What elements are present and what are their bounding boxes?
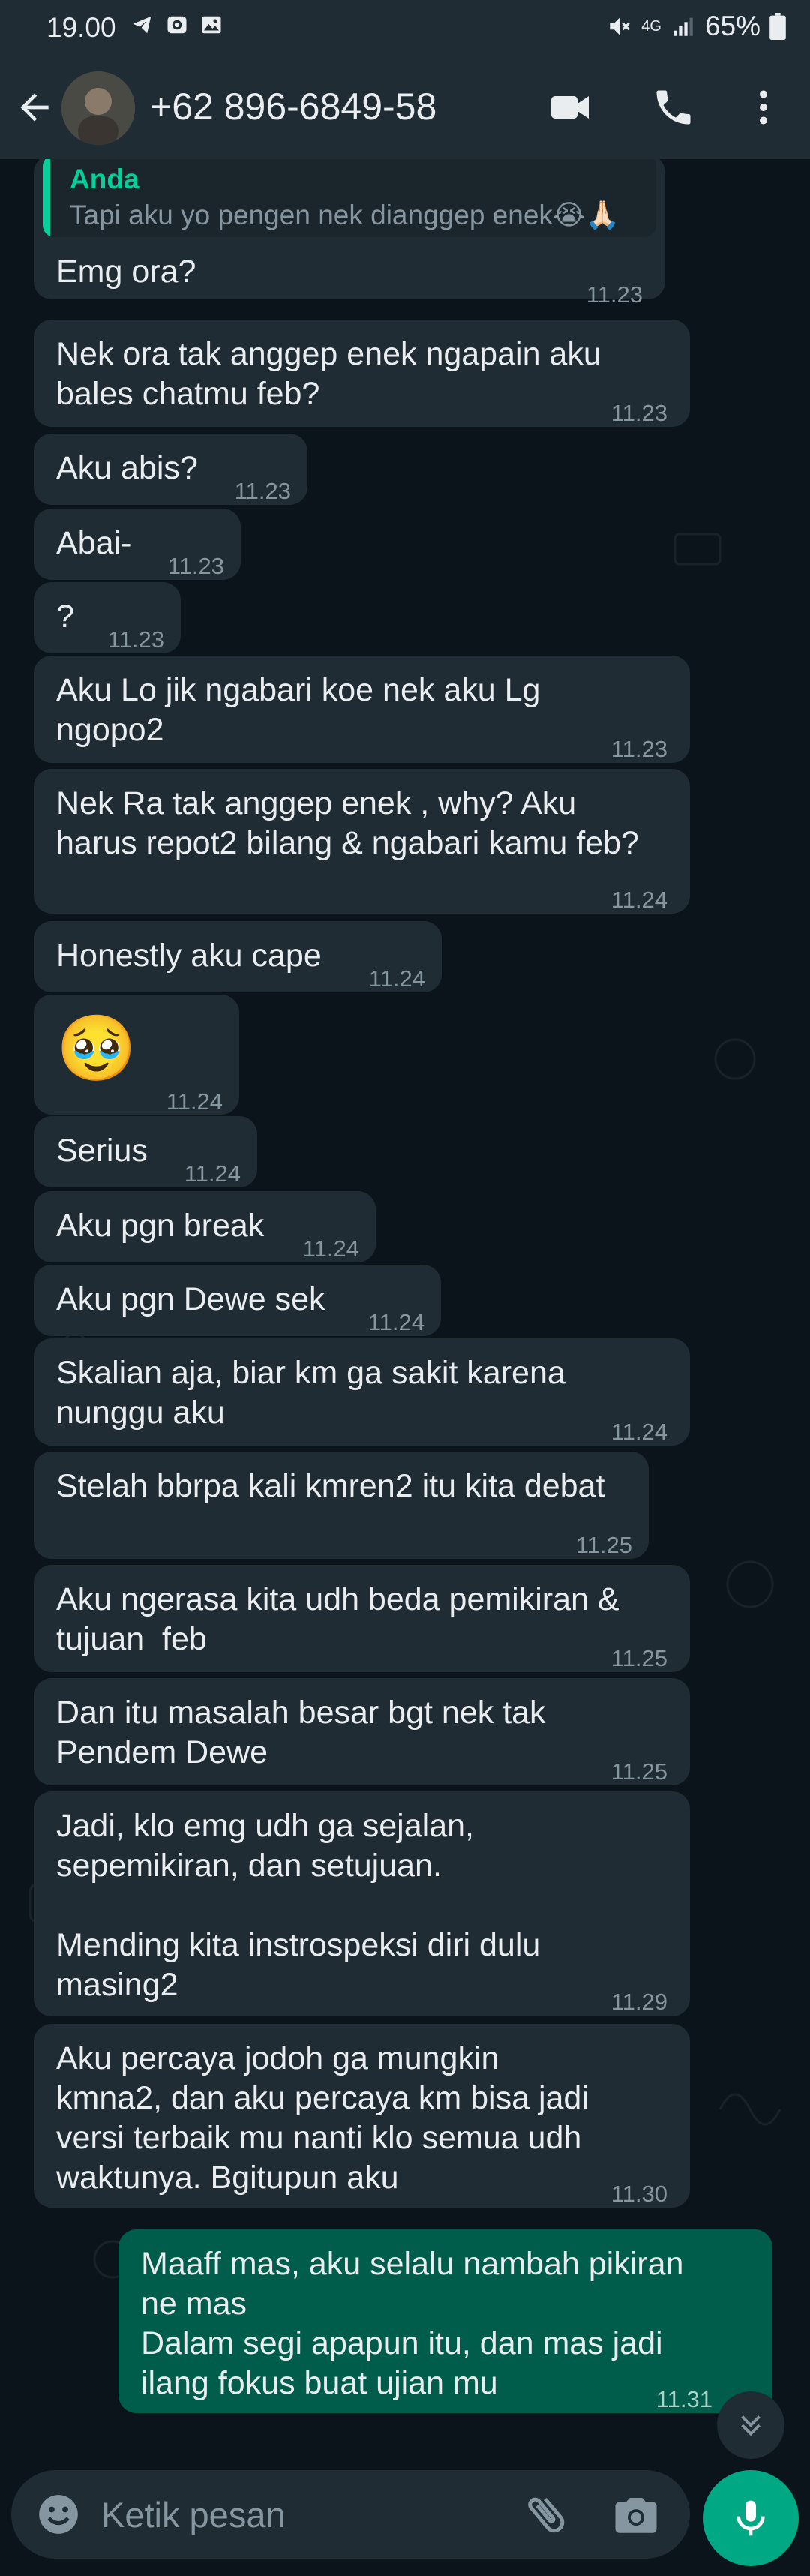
status-time: 19.00 bbox=[46, 12, 116, 43]
incoming-message[interactable]: Jadi, klo emg udh ga sejalan, sepemikira… bbox=[34, 1791, 690, 2016]
message-text: ? bbox=[56, 599, 74, 635]
message-time: 11.24 bbox=[368, 1309, 424, 1335]
battery-icon bbox=[770, 13, 786, 40]
camera-app-icon bbox=[167, 16, 187, 34]
camera-icon[interactable] bbox=[611, 2490, 661, 2539]
quote-author: Anda bbox=[70, 164, 140, 194]
back-arrow-icon[interactable] bbox=[14, 86, 56, 128]
message-text: Abai- bbox=[56, 525, 132, 561]
message-time: 11.29 bbox=[610, 1989, 668, 2015]
status-bar: 19.00 4G 65% bbox=[0, 0, 810, 56]
message-text: Aku Lo jik ngabari koe nek aku Lg ngopo2 bbox=[56, 672, 541, 748]
attach-icon[interactable] bbox=[521, 2490, 571, 2539]
message-time: 11.25 bbox=[610, 1758, 668, 1785]
message-time: 11.24 bbox=[184, 1160, 241, 1187]
voice-message-button[interactable] bbox=[703, 2470, 799, 2566]
menu-dots-icon[interactable] bbox=[741, 85, 786, 130]
incoming-message[interactable]: Skalian aja, biar km ga sakit karena nun… bbox=[34, 1338, 690, 1446]
incoming-message[interactable]: Serius 11.24 bbox=[34, 1116, 257, 1187]
signal-icon bbox=[674, 17, 693, 36]
message-time: 11.25 bbox=[610, 1645, 668, 1671]
message-time: 11.23 bbox=[586, 281, 643, 308]
battery-percent: 65% bbox=[704, 11, 760, 41]
incoming-message[interactable]: Anda Tapi aku yo pengen nek dianggep ene… bbox=[34, 159, 665, 308]
microphone-icon bbox=[736, 2500, 765, 2536]
outgoing-message[interactable]: Maaff mas, aku selalu nambah pikiran ne … bbox=[118, 2229, 772, 2413]
message-time: 11.23 bbox=[167, 553, 224, 579]
incoming-message[interactable]: Nek ora tak anggep enek ngapain aku bale… bbox=[34, 320, 690, 427]
message-text: Honestly aku cape bbox=[56, 938, 322, 974]
composer bbox=[0, 2440, 810, 2576]
incoming-message[interactable]: Aku ngerasa kita udh beda pemikiran & tu… bbox=[34, 1565, 690, 1672]
incoming-message[interactable]: Aku abis? 11.23 bbox=[34, 434, 308, 505]
message-text: Nek Ra tak anggep enek , why? Aku harus … bbox=[56, 785, 639, 861]
message-input-container[interactable] bbox=[11, 2470, 690, 2559]
message-text: Aku pgn break bbox=[56, 1208, 265, 1244]
message-time: 11.31 bbox=[656, 2386, 712, 2412]
message-text: Nek ora tak anggep enek ngapain aku bale… bbox=[56, 336, 602, 412]
incoming-message[interactable]: Aku Lo jik ngabari koe nek aku Lg ngopo2… bbox=[34, 656, 690, 763]
message-input[interactable] bbox=[100, 2484, 523, 2545]
message-text: Aku ngerasa kita udh beda pemikiran & tu… bbox=[56, 1581, 620, 1657]
chat-messages[interactable]: Anda Tapi aku yo pengen nek dianggep ene… bbox=[0, 159, 810, 2425]
voice-call-icon[interactable] bbox=[651, 85, 696, 130]
message-text: Aku pgn Dewe sek bbox=[56, 1281, 326, 1317]
incoming-message[interactable]: Abai- 11.23 bbox=[34, 509, 241, 580]
emoji-icon[interactable] bbox=[35, 2491, 82, 2538]
network-type: 4G bbox=[641, 18, 662, 35]
message-time: 11.24 bbox=[610, 887, 668, 913]
video-call-icon[interactable] bbox=[548, 85, 592, 130]
gallery-icon bbox=[202, 16, 221, 34]
message-time: 11.23 bbox=[107, 626, 164, 653]
incoming-message[interactable]: Honestly aku cape 11.24 bbox=[34, 921, 442, 992]
incoming-message[interactable]: Stelah bbrpa kali kmren2 itu kita debat … bbox=[34, 1452, 649, 1559]
emoji-message[interactable]: 🥹 11.24 bbox=[34, 995, 239, 1115]
chat-header: +62 896-6849-58 bbox=[0, 56, 810, 159]
incoming-message[interactable]: Aku percaya jodoh ga mungkin kmna2, dan … bbox=[34, 2024, 690, 2208]
message-text: Aku abis? bbox=[56, 450, 198, 486]
message-text: Serius bbox=[56, 1133, 148, 1169]
message-time: 11.23 bbox=[610, 400, 668, 426]
message-time: 11.24 bbox=[368, 965, 425, 992]
contact-avatar[interactable] bbox=[62, 71, 135, 145]
quote-text: Tapi aku yo pengen nek dianggep enek😭🙏🏻 bbox=[70, 200, 620, 230]
incoming-message[interactable]: Aku pgn Dewe sek 11.24 bbox=[34, 1265, 441, 1336]
quote-bar bbox=[43, 159, 50, 237]
message-text: Dan itu masalah besar bgt nek tak Pendem… bbox=[56, 1695, 546, 1770]
incoming-message[interactable]: ? 11.23 bbox=[34, 582, 181, 653]
telegram-icon bbox=[133, 16, 152, 34]
message-emoji: 🥹 bbox=[56, 1013, 137, 1085]
message-text: Maaff mas, aku selalu nambah pikiran ne … bbox=[141, 2246, 684, 2401]
incoming-message[interactable]: Nek Ra tak anggep enek , why? Aku harus … bbox=[34, 769, 690, 914]
message-text: Aku percaya jodoh ga mungkin kmna2, dan … bbox=[56, 2040, 589, 2196]
message-time: 11.24 bbox=[302, 1235, 359, 1262]
message-time: 11.23 bbox=[234, 478, 291, 504]
message-time: 11.25 bbox=[575, 1532, 632, 1558]
message-text: Stelah bbrpa kali kmren2 itu kita debat bbox=[56, 1468, 605, 1504]
quoted-message[interactable]: Anda Tapi aku yo pengen nek dianggep ene… bbox=[43, 159, 656, 237]
message-time: 11.30 bbox=[610, 2181, 668, 2207]
message-text: Skalian aja, biar km ga sakit karena nun… bbox=[56, 1355, 566, 1431]
mute-icon bbox=[610, 17, 631, 35]
double-chevron-down-icon bbox=[741, 2415, 760, 2436]
message-text: Jadi, klo emg udh ga sejalan, sepemikira… bbox=[56, 1808, 541, 2003]
incoming-message[interactable]: Dan itu masalah besar bgt nek tak Pendem… bbox=[34, 1678, 690, 1785]
incoming-message[interactable]: Aku pgn break 11.24 bbox=[34, 1191, 376, 1262]
message-time: 11.24 bbox=[610, 1419, 668, 1445]
contact-name[interactable]: +62 896-6849-58 bbox=[150, 85, 436, 128]
message-time: 11.23 bbox=[610, 736, 668, 762]
message-text: Emg ora? bbox=[56, 254, 196, 290]
